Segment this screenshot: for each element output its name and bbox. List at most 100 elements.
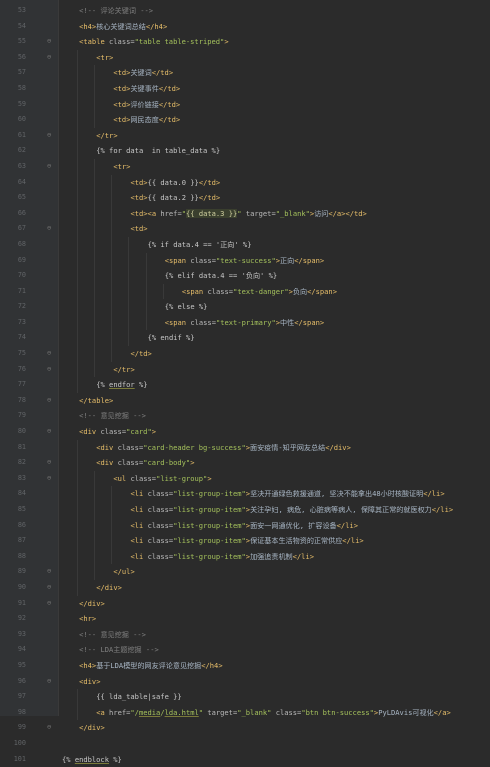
code-text[interactable]: <!-- LDA主题挖掘 -->	[79, 642, 159, 658]
code-line[interactable]: 61⊖</tr>	[0, 128, 490, 144]
code-text[interactable]: {% for data in table_data %}	[96, 143, 220, 159]
code-text[interactable]: <tr>	[113, 159, 130, 175]
code-line[interactable]: 82⊖<div class="card-body">	[0, 455, 490, 471]
code-line[interactable]: 94<!-- LDA主题挖掘 -->	[0, 642, 490, 658]
code-line[interactable]: 86<li class="list-group-item">面安一网通优化, 扩…	[0, 518, 490, 534]
code-line[interactable]: 68{% if data.4 == '正向' %}	[0, 237, 490, 253]
code-line[interactable]: 53<!-- 评论关键词 -->	[0, 3, 490, 19]
code-line[interactable]: 90⊖</div>	[0, 580, 490, 596]
fold-toggle-icon[interactable]: ⊖	[47, 163, 53, 170]
code-line[interactable]: 98<a href="/media/lda.html" target="_bla…	[0, 705, 490, 721]
code-line[interactable]: 72{% else %}	[0, 299, 490, 315]
code-text[interactable]: {{ lda_table|safe }}	[96, 689, 181, 705]
fold-toggle-icon[interactable]: ⊖	[47, 678, 53, 685]
code-text[interactable]: <td>评价链接</td>	[113, 97, 180, 113]
fold-toggle-icon[interactable]: ⊖	[47, 475, 53, 482]
code-text[interactable]: <li class="list-group-item">面安一网通优化, 扩容设…	[130, 518, 358, 534]
code-line[interactable]: 96⊖<div>	[0, 674, 490, 690]
code-lines[interactable]: 53<!-- 评论关键词 -->54<h4>核心关键词总结</h4>55⊖<ta…	[0, 3, 490, 767]
code-line[interactable]: 56⊖<tr>	[0, 50, 490, 66]
code-text[interactable]: {% endfor %}	[96, 377, 147, 393]
code-line[interactable]: 62{% for data in table_data %}	[0, 143, 490, 159]
code-text[interactable]: <!-- 意见挖掘 -->	[79, 408, 146, 424]
code-text[interactable]: <td>{{ data.2 }}</td>	[130, 190, 220, 206]
code-text[interactable]: {% endif %}	[148, 330, 195, 346]
code-text[interactable]: </ul>	[113, 564, 134, 580]
code-line[interactable]: 80⊖<div class="card">	[0, 424, 490, 440]
code-text[interactable]: <td>关键词</td>	[113, 65, 173, 81]
code-line[interactable]: 70{% elif data.4 == '负向' %}	[0, 268, 490, 284]
code-text[interactable]: {% endblock %}	[62, 752, 122, 767]
code-line[interactable]: 66<td><a href="{{ data.3 }}" target="_bl…	[0, 206, 490, 222]
fold-toggle-icon[interactable]: ⊖	[47, 397, 53, 404]
code-line[interactable]: 71<span class="text-danger">负向</span>	[0, 284, 490, 300]
fold-toggle-icon[interactable]: ⊖	[47, 54, 53, 61]
code-text[interactable]: <li class="list-group-item">保证基本生活物资的正常供…	[130, 533, 363, 549]
code-text[interactable]: <div class="card-body">	[96, 455, 194, 471]
code-text[interactable]: </td>	[130, 346, 151, 362]
code-text[interactable]: </div>	[79, 596, 105, 612]
code-line[interactable]: 93<!-- 意见挖掘 -->	[0, 627, 490, 643]
fold-toggle-icon[interactable]: ⊖	[47, 38, 53, 45]
code-line[interactable]: 92<hr>	[0, 611, 490, 627]
fold-toggle-icon[interactable]: ⊖	[47, 459, 53, 466]
code-line[interactable]: 65<td>{{ data.2 }}</td>	[0, 190, 490, 206]
code-text[interactable]: <td>{{ data.0 }}</td>	[130, 175, 220, 191]
code-line[interactable]: 55⊖<table class="table table-striped">	[0, 34, 490, 50]
code-line[interactable]: 101{% endblock %}	[0, 752, 490, 767]
code-line[interactable]: 85<li class="list-group-item">关注孕妇, 病危, …	[0, 502, 490, 518]
code-line[interactable]: 63⊖<tr>	[0, 159, 490, 175]
code-line[interactable]: 74{% endif %}	[0, 330, 490, 346]
code-text[interactable]: <span class="text-danger">负向</span>	[182, 284, 337, 300]
code-line[interactable]: 54<h4>核心关键词总结</h4>	[0, 19, 490, 35]
code-line[interactable]: 78⊖</table>	[0, 393, 490, 409]
code-line[interactable]: 99⊖</div>	[0, 720, 490, 736]
code-text[interactable]: <div class="card">	[79, 424, 156, 440]
code-line[interactable]: 88<li class="list-group-item">加强追责机制</li…	[0, 549, 490, 565]
code-editor[interactable]: 53<!-- 评论关键词 -->54<h4>核心关键词总结</h4>55⊖<ta…	[0, 0, 490, 716]
code-text[interactable]: <td>关键事件</td>	[113, 81, 180, 97]
code-line[interactable]: 91⊖</div>	[0, 596, 490, 612]
code-line[interactable]: 95<h4>基于LDA模型的网友评论意见挖掘</h4>	[0, 658, 490, 674]
code-text[interactable]: <li class="list-group-item">加强追责机制</li>	[130, 549, 314, 565]
code-text[interactable]: </tr>	[113, 362, 134, 378]
code-line[interactable]: 69<span class="text-success">正向</span>	[0, 253, 490, 269]
code-text[interactable]: </div>	[79, 720, 105, 736]
code-text[interactable]: </table>	[79, 393, 113, 409]
code-text[interactable]: <table class="table table-striped">	[79, 34, 229, 50]
fold-toggle-icon[interactable]: ⊖	[47, 600, 53, 607]
fold-toggle-icon[interactable]: ⊖	[47, 428, 53, 435]
code-text[interactable]: <div class="card-header bg-success">面安疫情…	[96, 440, 351, 456]
code-line[interactable]: 77{% endfor %}	[0, 377, 490, 393]
code-line[interactable]: 60<td>网民态度</td>	[0, 112, 490, 128]
code-line[interactable]: 97{{ lda_table|safe }}	[0, 689, 490, 705]
code-text[interactable]: </tr>	[96, 128, 117, 144]
code-line[interactable]: 79<!-- 意见挖掘 -->	[0, 408, 490, 424]
code-text[interactable]: <tr>	[96, 50, 113, 66]
code-line[interactable]: 75⊖</td>	[0, 346, 490, 362]
code-line[interactable]: 64<td>{{ data.0 }}</td>	[0, 175, 490, 191]
code-text[interactable]: {% if data.4 == '正向' %}	[148, 237, 252, 253]
code-text[interactable]: <div>	[79, 674, 100, 690]
code-line[interactable]: 89⊖</ul>	[0, 564, 490, 580]
code-line[interactable]: 57<td>关键词</td>	[0, 65, 490, 81]
code-text[interactable]: <a href="/media/lda.html" target="_blank…	[96, 705, 451, 721]
code-line[interactable]: 58<td>关键事件</td>	[0, 81, 490, 97]
fold-toggle-icon[interactable]: ⊖	[47, 568, 53, 575]
code-text[interactable]: <td>网民态度</td>	[113, 112, 180, 128]
code-text[interactable]: <span class="text-success">正向</span>	[165, 253, 324, 269]
code-line[interactable]: 83⊖<ul class="list-group">	[0, 471, 490, 487]
code-line[interactable]: 76⊖</tr>	[0, 362, 490, 378]
code-line[interactable]: 59<td>评价链接</td>	[0, 97, 490, 113]
code-text[interactable]: <!-- 意见挖掘 -->	[79, 627, 146, 643]
code-line[interactable]: 73<span class="text-primary">中性</span>	[0, 315, 490, 331]
fold-toggle-icon[interactable]: ⊖	[47, 225, 53, 232]
code-line[interactable]: 67⊖<td>	[0, 221, 490, 237]
code-text[interactable]: <ul class="list-group">	[113, 471, 211, 487]
code-text[interactable]: <li class="list-group-item">坚决开通绿色救援通道, …	[130, 486, 444, 502]
code-line[interactable]: 81<div class="card-header bg-success">面安…	[0, 440, 490, 456]
code-text[interactable]: <li class="list-group-item">关注孕妇, 病危, 心脏…	[130, 502, 453, 518]
code-text[interactable]: </div>	[96, 580, 122, 596]
fold-toggle-icon[interactable]: ⊖	[47, 724, 53, 731]
code-text[interactable]: <h4>核心关键词总结</h4>	[79, 19, 167, 35]
